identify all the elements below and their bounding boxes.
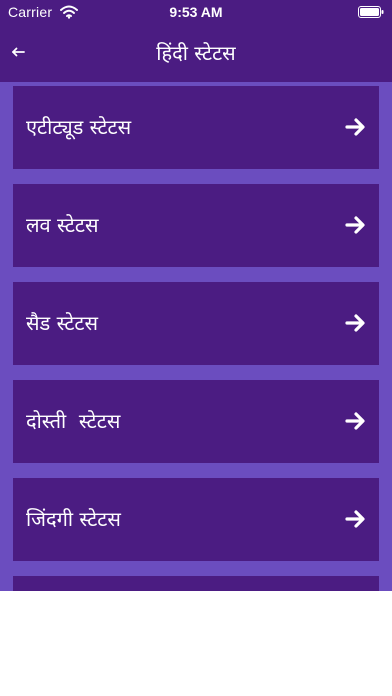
page-title: हिंदी स्टेटस [156,41,236,65]
right-arrow-icon [345,216,365,234]
list-item-label: सैड स्टेटस [26,311,99,335]
status-category-list: एटीट्यूड स्टेटस लव स्टेटस सैड स्टेटस दोस… [0,82,392,591]
list-item-friendship-status[interactable]: दोस्ती स्टेटस [13,380,379,463]
list-item-love-status[interactable]: लव स्टेटस [13,184,379,267]
back-button[interactable] [4,38,32,66]
clock-time: 9:53 AM [169,4,223,20]
list-item-life-status[interactable]: जिंदगी स्टेटस [13,478,379,561]
status-bar: Carrier 9:53 AM [0,0,392,24]
right-arrow-icon [345,510,365,528]
right-arrow-icon [345,412,365,430]
list-item-label: लव स्टेटस [26,213,99,237]
list-item-attitude-status[interactable]: एटीट्यूड स्टेटस [13,86,379,169]
battery-icon [358,6,384,18]
back-arrow-icon [12,47,25,57]
right-arrow-icon [345,118,365,136]
list-item-label: जिंदगी स्टेटस [26,507,121,531]
right-arrow-icon [345,314,365,332]
list-item-label: दोस्ती स्टेटस [26,409,121,433]
top-bar: Carrier 9:53 AM हिंदी स्टेटस [0,0,392,82]
list-item-sad-status[interactable]: सैड स्टेटस [13,282,379,365]
navigation-bar: हिंदी स्टेटस [0,24,392,82]
app-screen: Carrier 9:53 AM हिंदी स्टेटस एटीट्यूड स्… [0,0,392,696]
list-item-partial[interactable] [13,576,379,591]
empty-area [0,591,392,696]
list-item-label: एटीट्यूड स्टेटस [26,115,132,139]
